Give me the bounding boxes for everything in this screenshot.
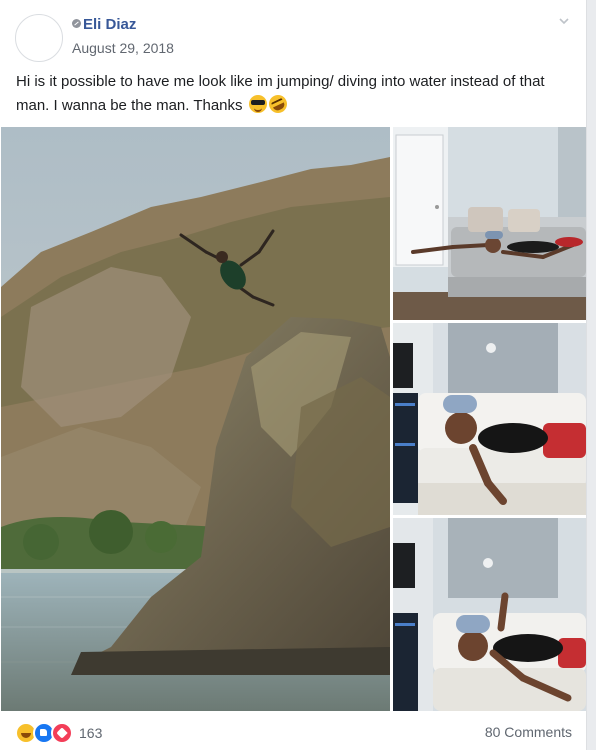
post-date[interactable]: August 29, 2018 xyxy=(72,40,174,56)
photo-sofa-2[interactable] xyxy=(393,323,586,515)
rofl-emoji-icon xyxy=(265,92,290,116)
reactions-summary[interactable]: 163 xyxy=(15,722,102,744)
love-icon xyxy=(51,722,73,744)
sunglasses-emoji-icon xyxy=(248,95,267,113)
comments-count-link[interactable]: 80 Comments xyxy=(485,724,572,740)
post-message: Hi is it possible to have me look like i… xyxy=(16,70,576,118)
photo-sofa-1[interactable] xyxy=(393,127,586,320)
group-member-icon xyxy=(72,19,81,28)
photo-diving-man[interactable] xyxy=(1,127,390,711)
avatar[interactable] xyxy=(15,14,63,62)
photo-sofa-3[interactable] xyxy=(393,518,586,711)
facebook-post-card: Eli Diaz August 29, 2018 Hi is it possib… xyxy=(0,0,587,750)
author-name[interactable]: Eli Diaz xyxy=(83,16,136,33)
author-row: Eli Diaz xyxy=(72,16,136,33)
reaction-count[interactable]: 163 xyxy=(79,725,102,741)
chevron-down-icon[interactable] xyxy=(558,15,570,27)
